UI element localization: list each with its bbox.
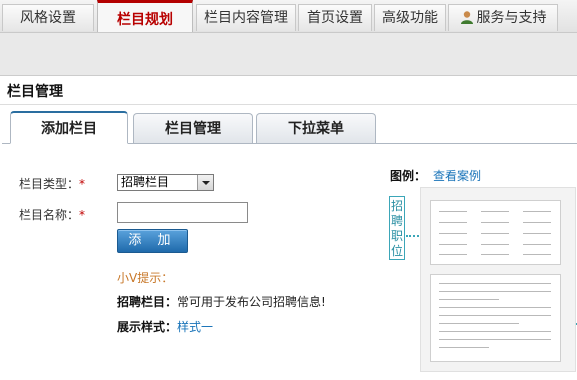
style-link[interactable]: 样式一 <box>177 320 213 334</box>
tab-style-settings[interactable]: 风格设置 <box>2 4 94 31</box>
section-header: 栏目管理 <box>0 75 577 105</box>
tab-advanced-features[interactable]: 高级功能 <box>374 4 446 31</box>
select-value: 招聘栏目 <box>121 175 170 189</box>
tab-label: 服务与支持 <box>476 10 547 26</box>
tab-label: 风格设置 <box>20 10 76 26</box>
tip-line-purpose: 招聘栏目：常可用于发布公司招聘信息! <box>117 293 326 310</box>
view-example-link[interactable]: 查看案例 <box>433 167 481 184</box>
chevron-down-icon[interactable] <box>197 175 213 190</box>
tip-line-style: 展示样式：样式一 <box>117 318 213 335</box>
sub-tab-bar: 添加栏目 栏目管理 下拉菜单 <box>2 111 577 144</box>
column-name-label: 栏目名称：* <box>19 206 85 223</box>
column-type-label: 栏目类型：* <box>19 175 85 192</box>
tab-column-content[interactable]: 栏目内容管理 <box>196 4 296 31</box>
subtab-label: 添加栏目 <box>41 121 97 137</box>
tip-value: 常可用于发布公司招聘信息! <box>177 295 326 309</box>
subtab-label: 栏目管理 <box>165 121 221 137</box>
column-name-input[interactable] <box>117 202 248 223</box>
tab-homepage-settings[interactable]: 首页设置 <box>298 4 372 31</box>
label-text: 栏目名称： <box>19 208 80 222</box>
example-preview-image <box>420 187 576 372</box>
add-button[interactable]: 添 加 <box>117 229 188 253</box>
toolbar-band <box>0 33 577 75</box>
tab-column-planning[interactable]: 栏目规划 <box>97 0 193 32</box>
subtab-label: 下拉菜单 <box>288 121 344 137</box>
example-label: 图例： <box>390 169 427 183</box>
tip-key: 招聘栏目： <box>117 295 178 309</box>
subtab-column-manage[interactable]: 栏目管理 <box>133 113 253 143</box>
tip-title: 小V提示： <box>117 271 174 285</box>
page-title: 栏目管理 <box>7 84 63 100</box>
preview-list-block <box>430 274 561 362</box>
required-mark: * <box>79 208 86 222</box>
tip-key: 展示样式： <box>117 320 178 334</box>
preview-grid-block <box>430 200 561 265</box>
subtab-add-column[interactable]: 添加栏目 <box>10 111 128 144</box>
subtab-dropdown-menu[interactable]: 下拉菜单 <box>256 113 376 143</box>
tab-label: 栏目内容管理 <box>204 10 288 26</box>
tab-label: 栏目规划 <box>117 12 173 28</box>
column-type-select[interactable]: 招聘栏目 <box>117 174 214 191</box>
tab-label: 高级功能 <box>382 10 438 26</box>
tab-label: 首页设置 <box>307 10 363 26</box>
example-tag: 招聘职位 <box>389 196 405 260</box>
tab-service-support[interactable]: 服务与支持 <box>448 4 558 31</box>
label-text: 栏目类型： <box>19 177 80 191</box>
top-nav-bar: 风格设置 栏目规划 栏目内容管理 首页设置 高级功能 服务与支持 <box>0 0 577 33</box>
required-mark: * <box>79 177 86 191</box>
user-icon <box>460 7 474 24</box>
